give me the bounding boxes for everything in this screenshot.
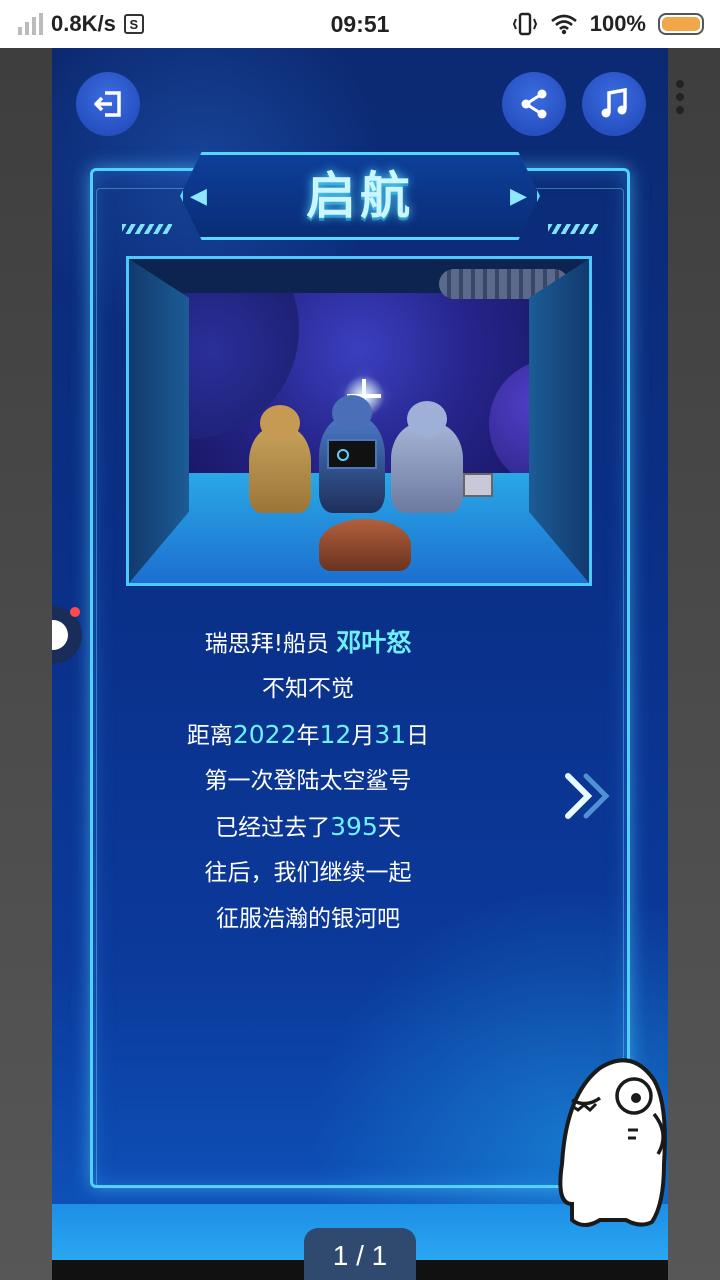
message-text: 天 — [377, 815, 401, 841]
mascot-icon — [558, 1058, 667, 1227]
chevron-right-small-icon: ▶ — [510, 184, 527, 209]
vibrate-icon — [512, 12, 537, 36]
message-line: 距离2022年12月31日 — [128, 712, 488, 758]
days-count: 395 — [330, 812, 378, 841]
greeting-message: 瑞思拜!船员 邓叶怒 不知不觉 距离2022年12月31日 第一次登陆太空鲨号 … — [128, 620, 488, 942]
message-line: 已经过去了395天 — [128, 804, 488, 850]
music-icon — [601, 87, 627, 118]
message-text: 已经过去了 — [215, 815, 331, 841]
crew-member — [249, 405, 311, 513]
status-right: 100% — [512, 0, 704, 48]
crew-name: 邓叶怒 — [336, 628, 412, 657]
app-badge-icon: S — [123, 14, 144, 34]
crew-illustration — [126, 256, 592, 586]
date-year: 2022 — [232, 720, 297, 749]
music-button[interactable] — [582, 72, 646, 136]
battery-icon — [658, 13, 704, 35]
battery-percent: 100% — [589, 11, 646, 36]
more-icon — [676, 80, 684, 119]
stripe-decoration-left — [122, 224, 172, 234]
chevron-right-icon[interactable] — [560, 768, 616, 824]
date-day: 31 — [374, 720, 407, 749]
exit-button[interactable] — [76, 72, 140, 136]
message-text: 年 — [296, 723, 320, 749]
share-button[interactable] — [502, 72, 566, 136]
message-line: 往后，我们继续一起 — [204, 860, 412, 886]
share-icon — [521, 89, 547, 119]
message-line: 第一次登陆太空鲨号 — [204, 768, 412, 794]
message-text: 日 — [406, 723, 430, 749]
notification-dot — [70, 607, 80, 617]
stripe-decoration-right — [548, 224, 598, 234]
message-line: 征服浩瀚的银河吧 — [216, 906, 400, 932]
cargo-box — [463, 473, 493, 497]
message-text: 月 — [351, 723, 375, 749]
message-line: 不知不觉 — [262, 676, 354, 702]
message-text: 距离 — [186, 723, 233, 749]
net-speed: 0.8K/s — [51, 11, 116, 36]
page-indicator: 1 / 1 — [304, 1228, 416, 1280]
status-bar: 0.8K/s S 09:51 100% — [0, 0, 720, 48]
crew-member — [319, 395, 385, 513]
crew-member — [319, 519, 411, 571]
date-month: 12 — [319, 720, 352, 749]
chevron-left-icon: ◀ — [190, 184, 207, 209]
crew-member — [391, 401, 463, 513]
greeting-text: 瑞思拜!船员 — [204, 631, 329, 657]
card-title: 启航 — [306, 168, 414, 224]
wifi-icon — [550, 14, 577, 35]
signal-icon — [18, 13, 43, 35]
message-line: 瑞思拜!船员 邓叶怒 — [128, 620, 488, 666]
exit-icon — [94, 91, 121, 117]
status-left: 0.8K/s S — [18, 0, 144, 48]
